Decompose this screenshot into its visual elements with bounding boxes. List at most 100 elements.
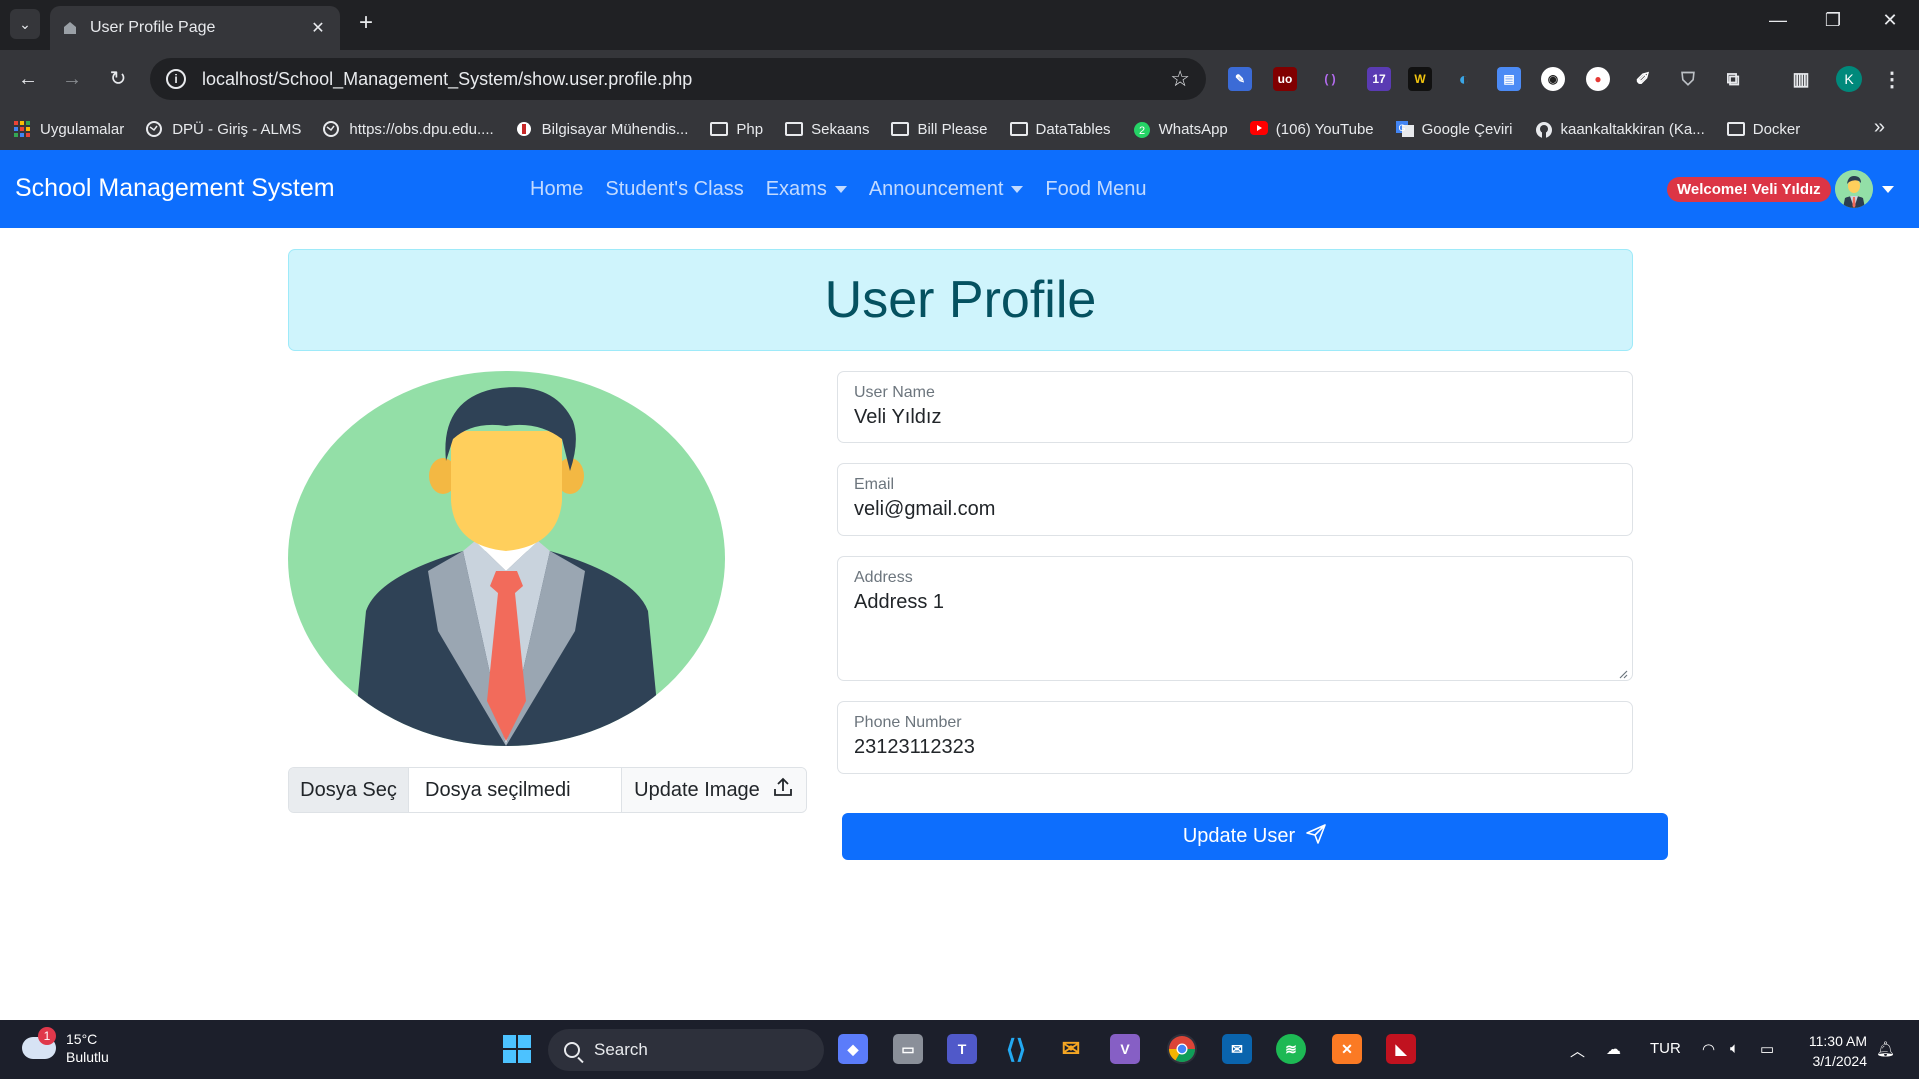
bookmark-item[interactable]: DPÜ - Giriş - ALMS <box>146 121 301 138</box>
extension-badge-icon[interactable]: 17 <box>1367 67 1391 91</box>
bookmark-star-icon[interactable]: ☆ <box>1170 66 1190 92</box>
file-name-display: Dosya seçilmedi <box>409 768 622 812</box>
onedrive-icon[interactable]: ☁ <box>1606 1040 1621 1058</box>
browser-profile-avatar[interactable]: K <box>1836 66 1862 92</box>
folder-icon <box>1726 122 1745 136</box>
resize-handle-icon[interactable] <box>1618 666 1628 679</box>
update-user-button[interactable]: Update User <box>842 813 1668 860</box>
input-language[interactable]: TUR <box>1650 1040 1681 1057</box>
user-menu-caret-icon[interactable] <box>1882 186 1894 193</box>
bookmark-item[interactable]: Bilgisayar Mühendis... <box>516 121 688 138</box>
more-bookmarks-icon[interactable]: » <box>1874 116 1885 139</box>
bookmark-item[interactable]: DataTables <box>1009 121 1111 138</box>
choose-file-button[interactable]: Dosya Seç <box>289 768 409 812</box>
back-icon[interactable]: ← <box>14 65 42 93</box>
apps-grid-icon <box>14 121 32 137</box>
bookmark-item[interactable]: Sekaans <box>785 121 869 138</box>
browser-tab[interactable]: User Profile Page ✕ <box>50 6 340 50</box>
extension-docs-icon[interactable]: ▤ <box>1497 67 1521 91</box>
xampp-icon[interactable]: ✕ <box>1332 1034 1362 1064</box>
page-title-banner: User Profile <box>288 249 1633 351</box>
nav-link-label: Announcement <box>868 178 1004 200</box>
update-image-button[interactable]: Update Image <box>622 768 806 812</box>
forward-icon[interactable]: → <box>58 65 86 93</box>
bookmark-item[interactable]: (106) YouTube <box>1249 121 1374 138</box>
chrome-icon[interactable] <box>1167 1034 1197 1064</box>
wifi-icon[interactable]: ◠ <box>1702 1040 1715 1058</box>
volume-icon[interactable]: 🔈︎ <box>1730 1040 1739 1057</box>
bookmark-label: Uygulamalar <box>40 120 125 138</box>
username-field[interactable]: User Name Veli Yıldız <box>837 371 1633 443</box>
battery-icon[interactable]: ▭ <box>1760 1040 1774 1058</box>
reload-icon[interactable]: ↻ <box>104 65 132 93</box>
github-icon <box>1535 121 1553 138</box>
windows-start-icon[interactable] <box>502 1034 532 1064</box>
bookmark-item[interactable]: G Google Çeviri <box>1395 121 1513 138</box>
nav-dropdown-announcement[interactable]: Announcement <box>869 178 1024 201</box>
google-translate-icon: G <box>1395 121 1414 137</box>
navbar-brand[interactable]: School Management System <box>15 174 335 203</box>
show-hidden-icons-icon[interactable]: ︿ <box>1570 1040 1585 1061</box>
field-label: User Name <box>854 384 935 401</box>
bookmark-item[interactable]: Bill Please <box>891 120 988 138</box>
copilot-app-icon[interactable]: ◆ <box>838 1034 868 1064</box>
site-info-icon[interactable]: i <box>166 69 186 89</box>
phone-number-field[interactable]: Phone Number 23123112323 <box>837 701 1633 774</box>
youtube-icon <box>1249 121 1268 137</box>
taskbar-search[interactable]: Search <box>548 1029 824 1071</box>
extension-brackets-icon[interactable]: ( ) <box>1318 67 1342 91</box>
svg-text:G: G <box>1398 123 1405 133</box>
nav-link-students-class[interactable]: Student's Class <box>605 178 743 201</box>
update-user-label: Update User <box>1182 825 1296 847</box>
restore-icon[interactable]: ❐ <box>1813 10 1853 31</box>
nav-link-food-menu[interactable]: Food Menu <box>1045 178 1146 201</box>
email-field[interactable]: Email veli@gmail.com <box>837 463 1633 536</box>
bookmark-item[interactable]: 2 WhatsApp <box>1133 121 1228 138</box>
field-label: Email <box>854 476 895 493</box>
app-red-icon[interactable]: ◣ <box>1386 1034 1416 1064</box>
bookmark-item[interactable]: Php <box>710 121 763 138</box>
weather-temp: 15°C <box>66 1031 98 1047</box>
notifications-bell-icon[interactable]: 🔔︎ <box>1876 1040 1895 1058</box>
system-clock[interactable]: 11:30 AM 3/1/2024 <box>1799 1031 1867 1071</box>
teams-icon[interactable]: T <box>947 1034 977 1064</box>
visual-studio-icon[interactable]: V <box>1110 1034 1140 1064</box>
address-bar[interactable]: i localhost/School_Management_System/sho… <box>150 58 1206 100</box>
tab-search-chevron-icon[interactable]: ⌄ <box>10 9 40 39</box>
shield-icon[interactable]: ⛉ <box>1676 67 1700 91</box>
extension-pen-icon[interactable]: ✎ <box>1228 67 1252 91</box>
bookmark-item[interactable]: https://obs.dpu.edu.... <box>323 121 494 138</box>
extension-wave-icon[interactable]: ◐ <box>1452 67 1476 91</box>
spotify-icon[interactable]: ≋ <box>1276 1034 1306 1064</box>
extensions-puzzle-icon[interactable]: ⧉ <box>1721 67 1745 91</box>
nav-link-home[interactable]: Home <box>530 178 583 201</box>
file-explorer-icon[interactable]: ▭ <box>893 1034 923 1064</box>
user-avatar[interactable] <box>1835 170 1873 208</box>
weather-widget[interactable]: 1 15°C Bulutlu <box>22 1027 109 1066</box>
browser-menu-icon[interactable]: ⋮ <box>1880 67 1904 91</box>
bookmark-item[interactable]: Docker <box>1726 121 1800 138</box>
bookmark-item[interactable]: Uygulamalar <box>14 121 124 138</box>
ublock-icon[interactable]: uo <box>1273 67 1297 91</box>
bookmark-item[interactable]: kaankaltakkiran (Ka... <box>1535 121 1705 138</box>
search-icon <box>564 1042 580 1058</box>
close-tab-icon[interactable]: ✕ <box>308 18 328 38</box>
address-textarea[interactable]: Address Address 1 <box>837 556 1633 681</box>
window-close-icon[interactable]: ✕ <box>1870 10 1910 31</box>
upload-icon <box>772 776 794 804</box>
sublime-merge-icon[interactable]: ✉ <box>1056 1034 1086 1064</box>
tab-title: User Profile Page <box>90 19 216 36</box>
nav-dropdown-exams[interactable]: Exams <box>766 178 847 201</box>
bookmark-label: Bill Please <box>917 120 988 138</box>
extension-circle-icon[interactable]: ◉ <box>1541 67 1565 91</box>
new-tab-icon[interactable]: + <box>352 10 380 38</box>
folder-icon <box>891 122 910 136</box>
extension-badge-count: 17 <box>1372 72 1386 86</box>
extension-wappalyzer-icon[interactable]: W <box>1408 67 1432 91</box>
extension-record-icon[interactable]: ● <box>1586 67 1610 91</box>
minimize-icon[interactable]: — <box>1758 10 1798 31</box>
color-picker-icon[interactable]: ✐ <box>1631 67 1655 91</box>
vscode-icon[interactable]: ⟨⟩ <box>1001 1034 1031 1064</box>
side-panel-icon[interactable]: ▥ <box>1789 67 1813 91</box>
mail-icon[interactable]: ✉ <box>1222 1034 1252 1064</box>
